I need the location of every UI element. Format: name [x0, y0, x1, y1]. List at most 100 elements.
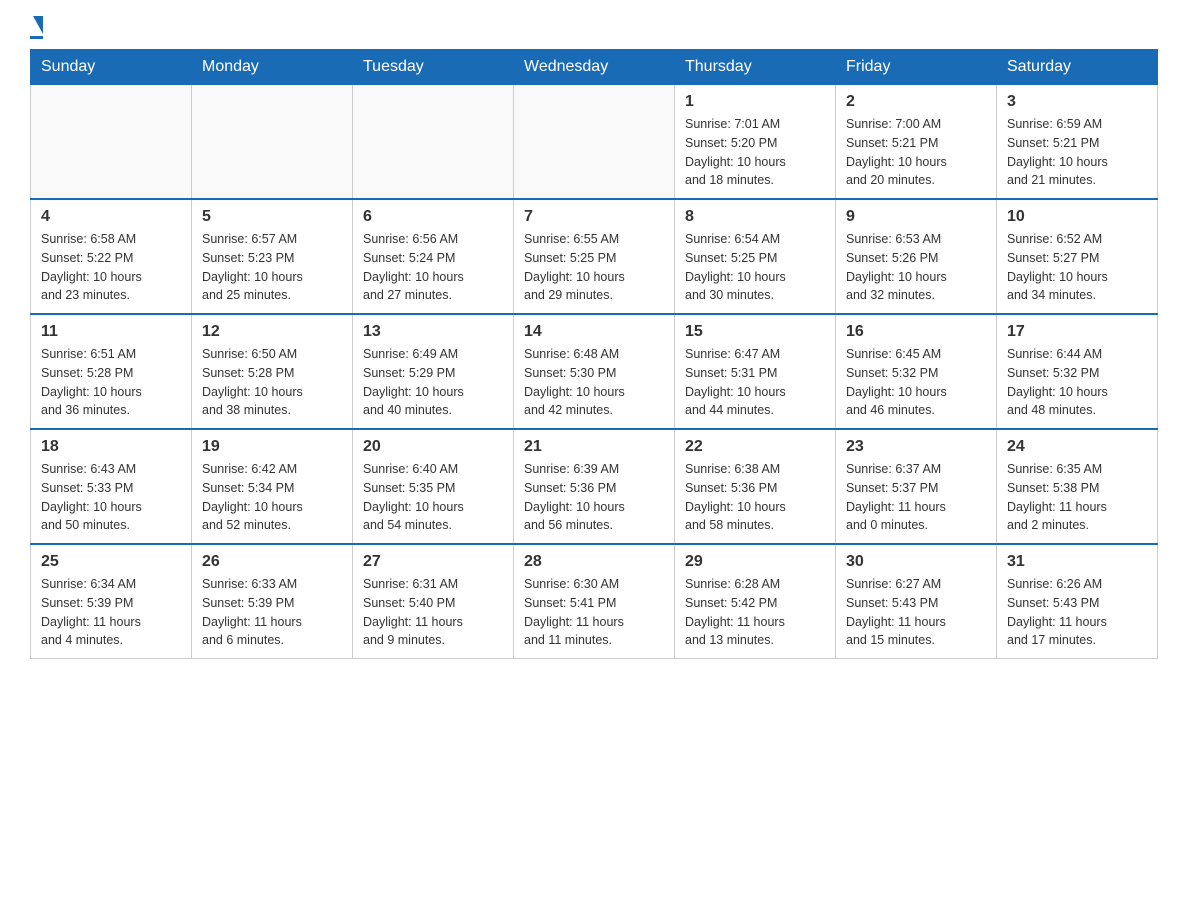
- day-number: 10: [1007, 208, 1147, 226]
- calendar-table: SundayMondayTuesdayWednesdayThursdayFrid…: [30, 49, 1158, 659]
- day-info: Sunrise: 6:38 AM Sunset: 5:36 PM Dayligh…: [685, 460, 825, 535]
- day-number: 4: [41, 208, 181, 226]
- calendar-cell: 5 Sunrise: 6:57 AM Sunset: 5:23 PM Daylig…: [192, 199, 353, 314]
- calendar-cell: 3Sunrise: 6:59 AM Sunset: 5:21 PM Daylig…: [997, 85, 1158, 200]
- calendar-cell: 13 Sunrise: 6:49 AM Sunset: 5:29 PM Dayli…: [353, 314, 514, 429]
- calendar-cell: 14 Sunrise: 6:48 AM Sunset: 5:30 PM Dayli…: [514, 314, 675, 429]
- calendar-header-row: SundayMondayTuesdayWednesdayThursdayFrid…: [31, 50, 1158, 85]
- day-number: 30: [846, 553, 986, 571]
- day-number: 21: [524, 438, 664, 456]
- calendar-cell: 16 Sunrise: 6:45 AM Sunset: 5:32 PM Dayli…: [836, 314, 997, 429]
- day-info: Sunrise: 6:56 AM Sunset: 5:24 PM Dayligh…: [363, 230, 503, 305]
- day-info: Sunrise: 6:48 AM Sunset: 5:30 PM Dayligh…: [524, 345, 664, 420]
- day-number: 8: [685, 208, 825, 226]
- calendar-week-row: 4 Sunrise: 6:58 AM Sunset: 5:22 PM Daylig…: [31, 199, 1158, 314]
- calendar-cell: 22 Sunrise: 6:38 AM Sunset: 5:36 PM Dayli…: [675, 429, 836, 544]
- calendar-cell: 21 Sunrise: 6:39 AM Sunset: 5:36 PM Dayli…: [514, 429, 675, 544]
- calendar-cell: 24 Sunrise: 6:35 AM Sunset: 5:38 PM Dayli…: [997, 429, 1158, 544]
- calendar-cell: 2 Sunrise: 7:00 AM Sunset: 5:21 PM Daylig…: [836, 85, 997, 200]
- calendar-week-row: 25 Sunrise: 6:34 AM Sunset: 5:39 PM Dayli…: [31, 544, 1158, 659]
- day-info: Sunrise: 6:47 AM Sunset: 5:31 PM Dayligh…: [685, 345, 825, 420]
- day-info: Sunrise: 6:57 AM Sunset: 5:23 PM Dayligh…: [202, 230, 342, 305]
- day-number: 29: [685, 553, 825, 571]
- day-info: Sunrise: 6:26 AM Sunset: 5:43 PM Dayligh…: [1007, 575, 1147, 650]
- calendar-cell: 4 Sunrise: 6:58 AM Sunset: 5:22 PM Daylig…: [31, 199, 192, 314]
- day-number: 15: [685, 323, 825, 341]
- calendar-cell: [353, 85, 514, 200]
- calendar-cell: [31, 85, 192, 200]
- day-number: 18: [41, 438, 181, 456]
- logo-underline: [30, 36, 43, 39]
- day-number: 7: [524, 208, 664, 226]
- day-number: 20: [363, 438, 503, 456]
- day-info: Sunrise: 6:35 AM Sunset: 5:38 PM Dayligh…: [1007, 460, 1147, 535]
- calendar-cell: 27 Sunrise: 6:31 AM Sunset: 5:40 PM Dayli…: [353, 544, 514, 659]
- day-number: 14: [524, 323, 664, 341]
- day-number: 19: [202, 438, 342, 456]
- day-info: Sunrise: 6:49 AM Sunset: 5:29 PM Dayligh…: [363, 345, 503, 420]
- calendar-cell: [192, 85, 353, 200]
- calendar-cell: 28 Sunrise: 6:30 AM Sunset: 5:41 PM Dayli…: [514, 544, 675, 659]
- day-number: 13: [363, 323, 503, 341]
- day-number: 5: [202, 208, 342, 226]
- day-number: 25: [41, 553, 181, 571]
- calendar-cell: 15 Sunrise: 6:47 AM Sunset: 5:31 PM Dayli…: [675, 314, 836, 429]
- day-number: 31: [1007, 553, 1147, 571]
- day-info: Sunrise: 6:51 AM Sunset: 5:28 PM Dayligh…: [41, 345, 181, 420]
- calendar-cell: 26Sunrise: 6:33 AM Sunset: 5:39 PM Dayli…: [192, 544, 353, 659]
- day-info: Sunrise: 6:59 AM Sunset: 5:21 PM Dayligh…: [1007, 115, 1147, 190]
- day-number: 27: [363, 553, 503, 571]
- day-of-week-header: Wednesday: [514, 50, 675, 85]
- day-number: 24: [1007, 438, 1147, 456]
- day-number: 9: [846, 208, 986, 226]
- day-info: Sunrise: 6:55 AM Sunset: 5:25 PM Dayligh…: [524, 230, 664, 305]
- day-number: 12: [202, 323, 342, 341]
- day-number: 2: [846, 93, 986, 111]
- day-info: Sunrise: 6:45 AM Sunset: 5:32 PM Dayligh…: [846, 345, 986, 420]
- calendar-cell: 20 Sunrise: 6:40 AM Sunset: 5:35 PM Dayli…: [353, 429, 514, 544]
- day-info: Sunrise: 6:31 AM Sunset: 5:40 PM Dayligh…: [363, 575, 503, 650]
- day-number: 22: [685, 438, 825, 456]
- day-info: Sunrise: 6:40 AM Sunset: 5:35 PM Dayligh…: [363, 460, 503, 535]
- calendar-cell: 9 Sunrise: 6:53 AM Sunset: 5:26 PM Daylig…: [836, 199, 997, 314]
- page-header: [30, 20, 1158, 39]
- day-number: 26: [202, 553, 342, 571]
- day-info: Sunrise: 7:00 AM Sunset: 5:21 PM Dayligh…: [846, 115, 986, 190]
- calendar-cell: [514, 85, 675, 200]
- logo-blue-part: [30, 20, 43, 34]
- day-info: Sunrise: 6:39 AM Sunset: 5:36 PM Dayligh…: [524, 460, 664, 535]
- calendar-cell: 31 Sunrise: 6:26 AM Sunset: 5:43 PM Dayli…: [997, 544, 1158, 659]
- day-number: 6: [363, 208, 503, 226]
- day-info: Sunrise: 6:34 AM Sunset: 5:39 PM Dayligh…: [41, 575, 181, 650]
- logo: [30, 20, 43, 39]
- day-of-week-header: Thursday: [675, 50, 836, 85]
- calendar-week-row: 1Sunrise: 7:01 AM Sunset: 5:20 PM Daylig…: [31, 85, 1158, 200]
- day-number: 28: [524, 553, 664, 571]
- day-of-week-header: Monday: [192, 50, 353, 85]
- day-of-week-header: Saturday: [997, 50, 1158, 85]
- calendar-cell: 11 Sunrise: 6:51 AM Sunset: 5:28 PM Dayli…: [31, 314, 192, 429]
- day-info: Sunrise: 7:01 AM Sunset: 5:20 PM Dayligh…: [685, 115, 825, 190]
- calendar-cell: 8Sunrise: 6:54 AM Sunset: 5:25 PM Daylig…: [675, 199, 836, 314]
- day-number: 23: [846, 438, 986, 456]
- calendar-cell: 30 Sunrise: 6:27 AM Sunset: 5:43 PM Dayli…: [836, 544, 997, 659]
- day-info: Sunrise: 6:27 AM Sunset: 5:43 PM Dayligh…: [846, 575, 986, 650]
- day-info: Sunrise: 6:30 AM Sunset: 5:41 PM Dayligh…: [524, 575, 664, 650]
- day-info: Sunrise: 6:37 AM Sunset: 5:37 PM Dayligh…: [846, 460, 986, 535]
- day-info: Sunrise: 6:58 AM Sunset: 5:22 PM Dayligh…: [41, 230, 181, 305]
- calendar-cell: 17Sunrise: 6:44 AM Sunset: 5:32 PM Dayli…: [997, 314, 1158, 429]
- calendar-week-row: 11 Sunrise: 6:51 AM Sunset: 5:28 PM Dayli…: [31, 314, 1158, 429]
- calendar-cell: 10Sunrise: 6:52 AM Sunset: 5:27 PM Dayli…: [997, 199, 1158, 314]
- calendar-cell: 6 Sunrise: 6:56 AM Sunset: 5:24 PM Daylig…: [353, 199, 514, 314]
- day-number: 11: [41, 323, 181, 341]
- day-of-week-header: Tuesday: [353, 50, 514, 85]
- calendar-cell: 7 Sunrise: 6:55 AM Sunset: 5:25 PM Daylig…: [514, 199, 675, 314]
- calendar-cell: 25 Sunrise: 6:34 AM Sunset: 5:39 PM Dayli…: [31, 544, 192, 659]
- calendar-week-row: 18Sunrise: 6:43 AM Sunset: 5:33 PM Dayli…: [31, 429, 1158, 544]
- calendar-cell: 19Sunrise: 6:42 AM Sunset: 5:34 PM Dayli…: [192, 429, 353, 544]
- calendar-cell: 23 Sunrise: 6:37 AM Sunset: 5:37 PM Dayli…: [836, 429, 997, 544]
- day-info: Sunrise: 6:53 AM Sunset: 5:26 PM Dayligh…: [846, 230, 986, 305]
- logo-triangle-icon: [33, 16, 43, 34]
- day-number: 16: [846, 323, 986, 341]
- calendar-cell: 12Sunrise: 6:50 AM Sunset: 5:28 PM Dayli…: [192, 314, 353, 429]
